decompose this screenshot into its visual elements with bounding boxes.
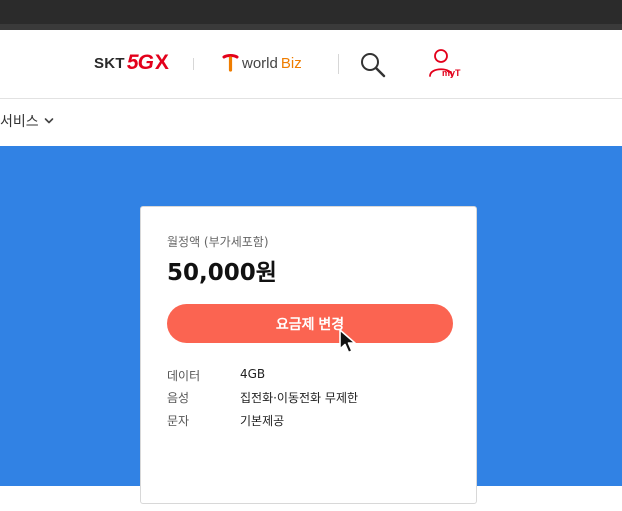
header-divider — [338, 54, 339, 74]
worldbiz-logo[interactable]: world Biz — [222, 52, 302, 74]
spec-value: 기본제공 — [240, 414, 285, 428]
fiveg-logo-text: 5G — [126, 51, 154, 74]
plan-card: 월정액 (부가세포함) 50,000원 요금제 변경 데이터 4GB 음성 집전… — [140, 206, 477, 504]
search-button[interactable] — [358, 50, 388, 80]
site-header: SKT 5G X world Biz myT — [0, 30, 622, 99]
main-nav: 서비스 — [0, 99, 622, 145]
chevron-down-icon — [44, 118, 53, 124]
logo-divider — [193, 58, 194, 70]
x-logo-text: X — [154, 51, 169, 74]
user-icon: myT — [429, 49, 461, 78]
mouse-cursor-icon — [338, 328, 360, 360]
worldbiz-world-text: world — [242, 54, 278, 72]
skt-5gx-logo[interactable]: SKT 5G X — [94, 51, 169, 74]
search-icon — [361, 53, 386, 78]
browser-titlebar — [0, 0, 622, 24]
spec-value: 4GB — [240, 367, 266, 381]
t-logo-icon — [222, 54, 239, 72]
nav-item-services[interactable]: 서비스 — [0, 111, 54, 131]
price-label: 월정액 (부가세포함) — [167, 235, 269, 249]
my-t-label: myT — [442, 68, 461, 78]
change-plan-button[interactable]: 요금제 변경 — [167, 304, 453, 343]
nav-item-services-label: 서비스 — [0, 114, 39, 130]
monthly-price: 50,000원 — [167, 260, 277, 286]
skt-logo-text: SKT — [94, 54, 125, 72]
my-t-button[interactable]: myT — [425, 48, 469, 82]
worldbiz-biz-text: Biz — [280, 54, 302, 72]
spec-label: 데이터 — [167, 369, 201, 383]
spec-value: 집전화·이동전화 무제한 — [240, 391, 359, 405]
spec-label: 음성 — [167, 391, 190, 405]
spec-label: 문자 — [167, 414, 190, 428]
